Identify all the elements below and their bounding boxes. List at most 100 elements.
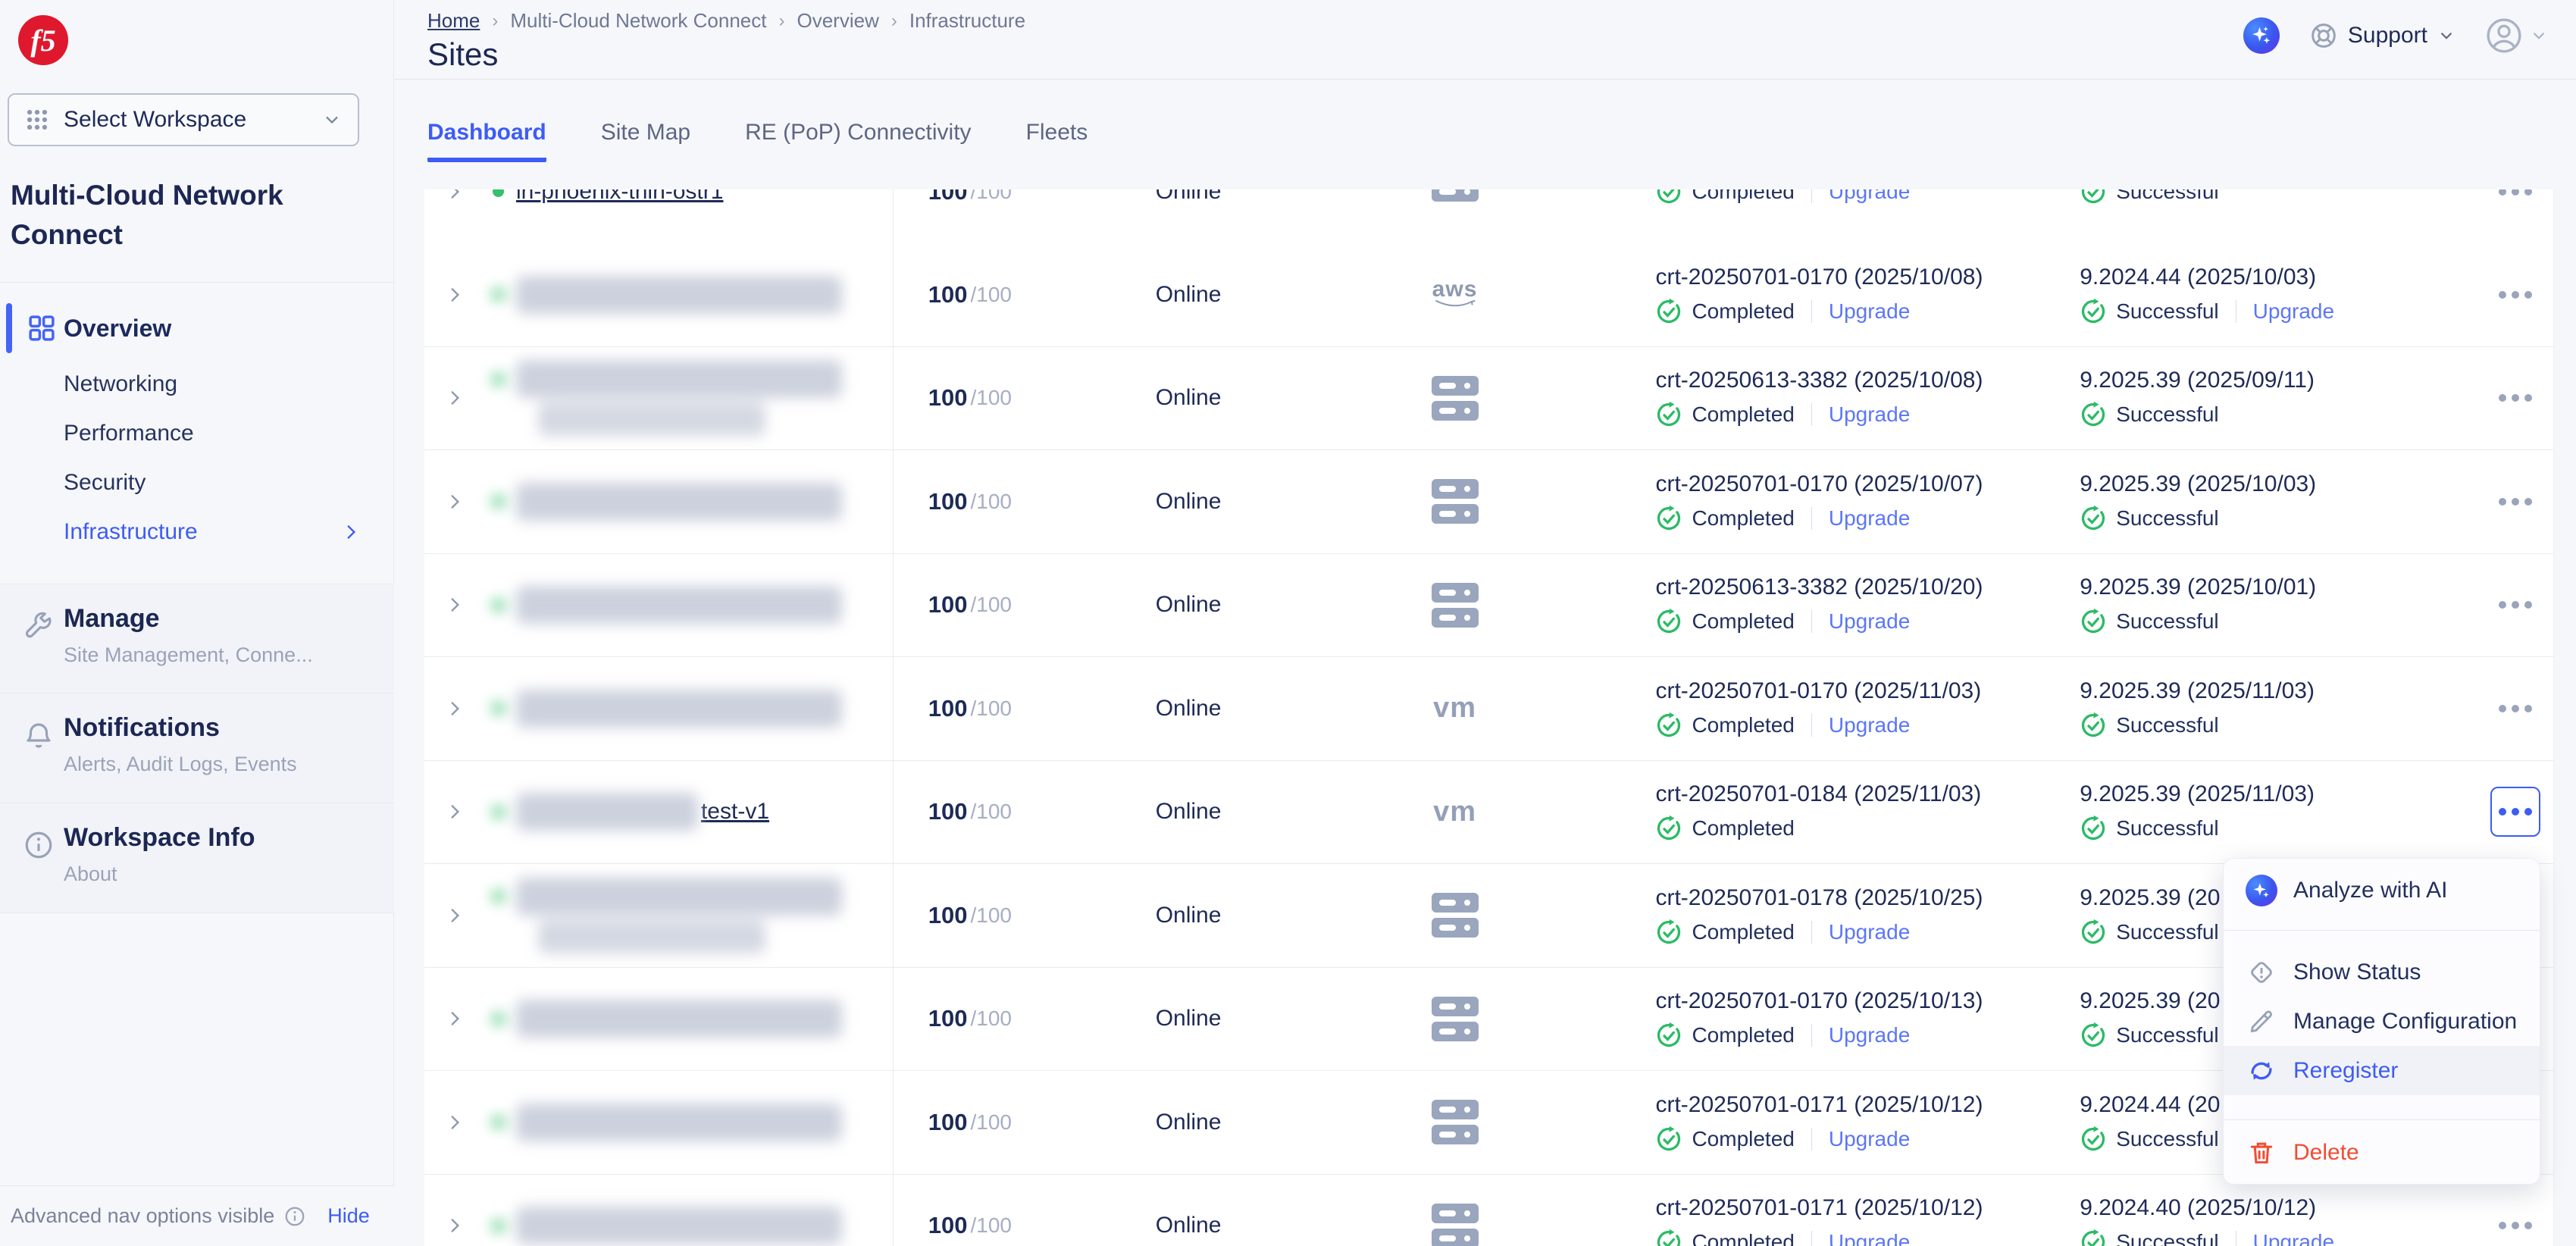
row-actions-button[interactable] <box>2490 477 2540 527</box>
aws-icon: aws <box>1432 280 1478 310</box>
vmware-icon: vm <box>1433 796 1476 828</box>
row-expander[interactable] <box>424 657 485 760</box>
row-actions-button[interactable] <box>2490 580 2540 630</box>
row-actions-button[interactable] <box>2490 1201 2540 1245</box>
table-row-clip: 100/100Onlinevmcrt-20250701-0170 (2025/1… <box>424 657 2554 761</box>
tab-dashboard[interactable]: Dashboard <box>427 120 546 162</box>
support-menu[interactable]: Support <box>2308 20 2456 51</box>
os-status-line: CompletedUpgrade <box>1655 1022 1983 1049</box>
row-expander[interactable] <box>424 864 485 967</box>
row-expander[interactable] <box>424 450 485 553</box>
upgrade-link[interactable]: Upgrade <box>1829 713 1910 737</box>
os-version-cell: crt-20250701-0178 (2025/10/25)CompletedU… <box>1621 864 2045 967</box>
upgrade-link[interactable]: Upgrade <box>1829 1023 1910 1047</box>
nodes-total: /100 <box>971 697 1013 721</box>
sw-status: Successful <box>2116 1230 2218 1245</box>
upgrade-link[interactable]: Upgrade <box>1829 299 1910 324</box>
user-menu[interactable] <box>2485 17 2549 55</box>
site-health-dot <box>493 189 504 197</box>
menu-item-show-status[interactable]: Show Status <box>2224 947 2540 997</box>
provider-cell <box>1288 968 1622 1071</box>
blur-blob <box>516 483 842 521</box>
breadcrumb: Home›Multi-Cloud Network Connect›Overvie… <box>427 9 1038 33</box>
nodes-cell: 100/100 <box>894 554 1080 657</box>
upgrade-link[interactable]: Upgrade <box>1829 1230 1910 1245</box>
sidebar-item-security[interactable]: Security <box>0 458 394 507</box>
menu-item-manage-configuration[interactable]: Manage Configuration <box>2224 997 2540 1046</box>
row-actions-button[interactable] <box>2490 684 2540 734</box>
check-circle-icon <box>1655 919 1682 946</box>
row-expander[interactable] <box>424 243 485 346</box>
chevron-right-icon <box>341 522 361 542</box>
site-name-cell <box>485 554 894 657</box>
check-circle-icon <box>1655 1229 1682 1245</box>
table-row: 100/100Onlinecrt-20250613-3382 (2025/10/… <box>424 554 2554 658</box>
provider-cell: aws <box>1288 243 1622 346</box>
nodes-cell: 100/100 <box>894 189 1080 243</box>
os-status-line: CompletedUpgrade <box>1655 401 1983 428</box>
row-expander[interactable] <box>424 189 485 243</box>
blurred-site-name <box>493 793 698 831</box>
row-expander[interactable] <box>424 761 485 864</box>
check-circle-icon <box>1655 712 1682 739</box>
upgrade-link[interactable]: Upgrade <box>1829 402 1910 427</box>
nodes-cell: 100/100 <box>894 1175 1080 1246</box>
sidebar-item-manage[interactable]: ManageSite Management, Conne... <box>0 584 394 693</box>
row-expander[interactable] <box>424 968 485 1071</box>
upgrade-link[interactable]: Upgrade <box>1829 1127 1910 1151</box>
site-name-cell <box>485 347 894 450</box>
os-version: crt-20250701-0170 (2025/11/03) <box>1655 678 1981 704</box>
chevron-down-icon <box>2529 26 2549 45</box>
sidebar-item-overview[interactable]: Overview <box>0 297 394 359</box>
site-health-dot <box>493 600 504 611</box>
sw-cell: 9.2024.44 (20Successful <box>2080 1092 2220 1153</box>
row-actions-button[interactable] <box>2490 189 2540 217</box>
row-expander[interactable] <box>424 554 485 657</box>
os-cell: crt-20250701-0171 (2025/10/12)CompletedU… <box>1655 1092 1983 1153</box>
menu-item-analyze-with-ai[interactable]: Analyze with AI <box>2224 866 2540 915</box>
site-name-link[interactable]: test-v1 <box>701 799 769 825</box>
upgrade-link[interactable]: Upgrade <box>1829 920 1910 944</box>
upgrade-link[interactable]: Upgrade <box>1829 506 1910 531</box>
upgrade-link[interactable]: Upgrade <box>2253 299 2334 324</box>
sidebar-item-workspace-info[interactable]: Workspace InfoAbout <box>0 803 394 913</box>
blurred-site-name <box>493 276 842 314</box>
breadcrumb-item[interactable]: Multi-Cloud Network Connect <box>510 9 766 33</box>
breadcrumb-item[interactable]: Overview <box>797 9 879 33</box>
f5-logo[interactable]: f5 <box>18 15 68 65</box>
sidebar-item-notifications[interactable]: NotificationsAlerts, Audit Logs, Events <box>0 693 394 803</box>
row-expander[interactable] <box>424 347 485 450</box>
nodes-cell: 100/100 <box>894 1071 1080 1174</box>
hide-advanced-nav-link[interactable]: Hide <box>327 1204 370 1228</box>
site-name-link[interactable]: in-phoenix-thin-ostr1 <box>516 189 723 205</box>
row-expander[interactable] <box>424 1175 485 1246</box>
row-actions-button[interactable] <box>2490 787 2540 837</box>
info-icon <box>283 1205 306 1228</box>
nodes-cell: 100/100 <box>894 968 1080 1071</box>
sidebar-item-infrastructure[interactable]: Infrastructure <box>0 507 394 556</box>
menu-separator <box>2224 1119 2540 1120</box>
sw-status-line: Successful <box>2080 189 2218 205</box>
os-status-line: CompletedUpgrade <box>1655 1229 1983 1245</box>
sidebar-item-performance[interactable]: Performance <box>0 409 394 458</box>
os-cell: crt-20250701-0170 (2025/10/07)CompletedU… <box>1655 471 1983 532</box>
row-actions-button[interactable] <box>2490 373 2540 423</box>
sidebar-item-networking[interactable]: Networking <box>0 359 394 409</box>
sw-status: Successful <box>2116 506 2218 531</box>
upgrade-link[interactable]: Upgrade <box>1829 609 1910 634</box>
menu-item-label: Delete <box>2293 1140 2359 1166</box>
row-expander[interactable] <box>424 1071 485 1174</box>
upgrade-link[interactable]: Upgrade <box>1829 189 1910 204</box>
ai-assistant-button[interactable] <box>2243 17 2280 54</box>
menu-item-delete[interactable]: Delete <box>2224 1128 2540 1177</box>
blurred-site-name <box>493 1104 842 1141</box>
workspace-selector[interactable]: Select Workspace <box>8 93 359 146</box>
breadcrumb-item[interactable]: Home <box>427 9 480 33</box>
tab-re-pop-connectivity[interactable]: RE (PoP) Connectivity <box>745 120 971 162</box>
tab-fleets[interactable]: Fleets <box>1026 120 1088 162</box>
menu-item-reregister[interactable]: Reregister <box>2224 1046 2540 1095</box>
site-health-dot <box>493 703 504 714</box>
upgrade-link[interactable]: Upgrade <box>2253 1230 2334 1245</box>
row-actions-button[interactable] <box>2490 270 2540 320</box>
tab-site-map[interactable]: Site Map <box>601 120 690 162</box>
